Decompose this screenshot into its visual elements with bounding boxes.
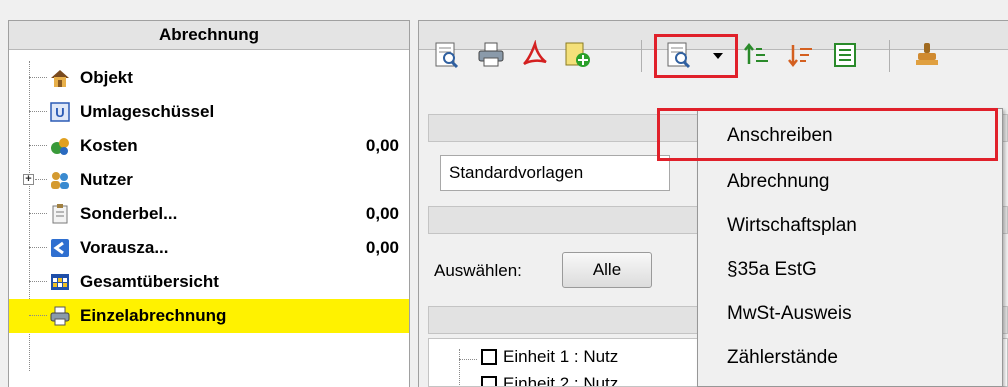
tree-item-vorauszahlung[interactable]: Vorausza... 0,00	[9, 231, 409, 265]
pdf-icon[interactable]	[520, 40, 550, 70]
money-bag-icon	[51, 138, 69, 155]
stamp-icon[interactable]	[912, 40, 942, 70]
navigation-panel: Abrechnung Objekt U Umlageschüssel Koste…	[8, 20, 410, 387]
menu-item-wirtschaftsplan[interactable]: Wirtschaftsplan	[698, 204, 1002, 248]
users-icon	[51, 172, 69, 189]
kosten-value: 0,00	[365, 136, 399, 155]
clipboard-icon	[52, 204, 68, 224]
house-icon	[51, 70, 69, 87]
unit-checkbox[interactable]	[481, 349, 497, 365]
list-item[interactable]: Einheit 1 : Nutz	[481, 347, 618, 367]
vorauszahlung-value: 0,00	[365, 238, 399, 257]
tree-item-kosten[interactable]: Kosten 0,00	[9, 129, 409, 163]
highlight-frame-toolbar	[654, 34, 738, 78]
menu-item-zaehlerstaende[interactable]: Zählerstände	[698, 336, 1002, 380]
preview-icon[interactable]	[432, 40, 462, 70]
sonderbelastung-value: 0,00	[365, 204, 399, 223]
tree-item-nutzer[interactable]: + Nutzer	[9, 163, 409, 197]
select-label: Auswählen:	[434, 261, 522, 280]
print-icon[interactable]	[476, 40, 506, 70]
menu-item-abrechnung[interactable]: Abrechnung	[698, 160, 1002, 204]
expand-icon[interactable]: +	[23, 174, 34, 185]
tree-item-objekt[interactable]: Objekt	[9, 61, 409, 95]
sort-ascending-icon[interactable]	[742, 40, 772, 70]
toolbar-separator	[889, 40, 890, 72]
select-all-button[interactable]: Alle	[562, 252, 652, 288]
u-key-icon: U	[50, 102, 70, 122]
blue-arrow-icon	[51, 239, 69, 257]
tree-item-sonderbelastung[interactable]: Sonderbel... 0,00	[9, 197, 409, 231]
unit-checkbox[interactable]	[481, 376, 497, 386]
tree-item-einzelabrechnung[interactable]: Einzelabrechnung	[9, 299, 409, 333]
template-select[interactable]: Standardvorlagen	[440, 155, 670, 191]
highlight-frame-menu	[657, 108, 998, 161]
list-view-icon[interactable]	[830, 40, 860, 70]
list-item[interactable]: Einheit 2 : Nutz	[481, 374, 618, 386]
toolbar-separator	[641, 40, 642, 72]
table-grid-icon	[51, 274, 69, 290]
menu-item-35a-estg[interactable]: §35a EstG	[698, 248, 1002, 292]
tree-item-umlageschluessel[interactable]: U Umlageschüssel	[9, 95, 409, 129]
printer-icon	[50, 306, 70, 326]
tree-item-gesamtuebersicht[interactable]: Gesamtübersicht	[9, 265, 409, 299]
sort-descending-icon[interactable]	[786, 40, 816, 70]
new-document-icon[interactable]	[562, 40, 592, 70]
svg-text:U: U	[55, 105, 64, 120]
panel-title: Abrechnung	[9, 21, 409, 50]
menu-item-mwst-ausweis[interactable]: MwSt-Ausweis	[698, 292, 1002, 336]
